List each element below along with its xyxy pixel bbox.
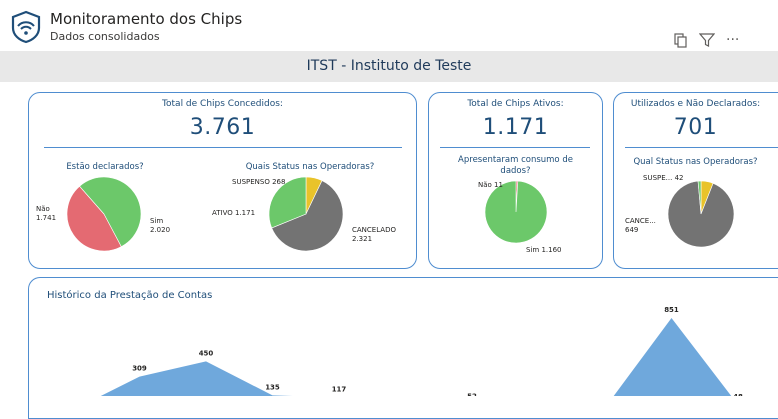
kpi-label-ativos: Total de Chips Ativos: [428,99,603,109]
page-subtitle: Dados consolidados [50,30,160,43]
data-label: 117 [332,385,347,393]
pie2-label-ativo: ATIVO 1.171 [212,209,255,218]
pie1-title: Estão declarados? [40,162,170,172]
pie3-label-nao: Não 11 [478,181,503,190]
pie4-title: Qual Status nas Operadoras? [613,157,778,167]
pie3-label-sim: Sim 1.160 [526,246,562,255]
kpi-label-concedidos: Total de Chips Concedidos: [28,99,417,109]
wifi-shield-icon [8,8,44,44]
page-title: Monitoramento dos Chips [50,10,242,28]
kpi-value-nao-declarados: 701 [613,115,778,140]
copy-icon[interactable] [673,32,689,48]
data-label: 52 [467,392,477,396]
divider [44,147,402,148]
divider [440,147,590,148]
more-icon[interactable]: ··· [726,32,739,48]
area-series[interactable] [73,318,738,396]
pie2-title: Quais Status nas Operadoras? [225,162,395,172]
pie-slice-sim[interactable] [485,181,547,243]
pie2-label-cancelado: CANCELADO2.321 [352,226,396,244]
data-label: 450 [199,349,214,357]
pie2-label-suspenso: NãoSUSPENSO 268 [232,178,285,187]
kpi-value-ativos: 1.171 [428,115,603,140]
data-label: 135 [265,383,280,391]
pie-chart-status-nao-declarados[interactable] [667,180,735,248]
filter-icon[interactable] [699,32,715,48]
pie4-label-cancelado: CANCE...649 [625,217,656,235]
data-label: 851 [664,306,679,314]
kpi-value-concedidos: 3.761 [28,115,417,140]
banner-title: ITST - Instituto de Teste [0,58,778,74]
pie3-title: Apresentaram consumo dedados? [428,155,603,177]
pie1-label-nao: Não1.741 [36,205,56,223]
pie4-label-suspenso: SUSPE... 42 [643,174,684,183]
data-label: 309 [132,365,147,373]
pie1-label-sim: Sim2.020 [150,217,170,235]
pie-chart-declarados[interactable] [66,176,142,252]
pie-chart-status[interactable] [268,176,344,252]
kpi-label-nao-declarados: Utilizados e Não Declarados: [613,99,778,109]
area-chart-historico[interactable]: 1309450135117652302185148 [28,300,778,396]
divider [625,147,778,148]
